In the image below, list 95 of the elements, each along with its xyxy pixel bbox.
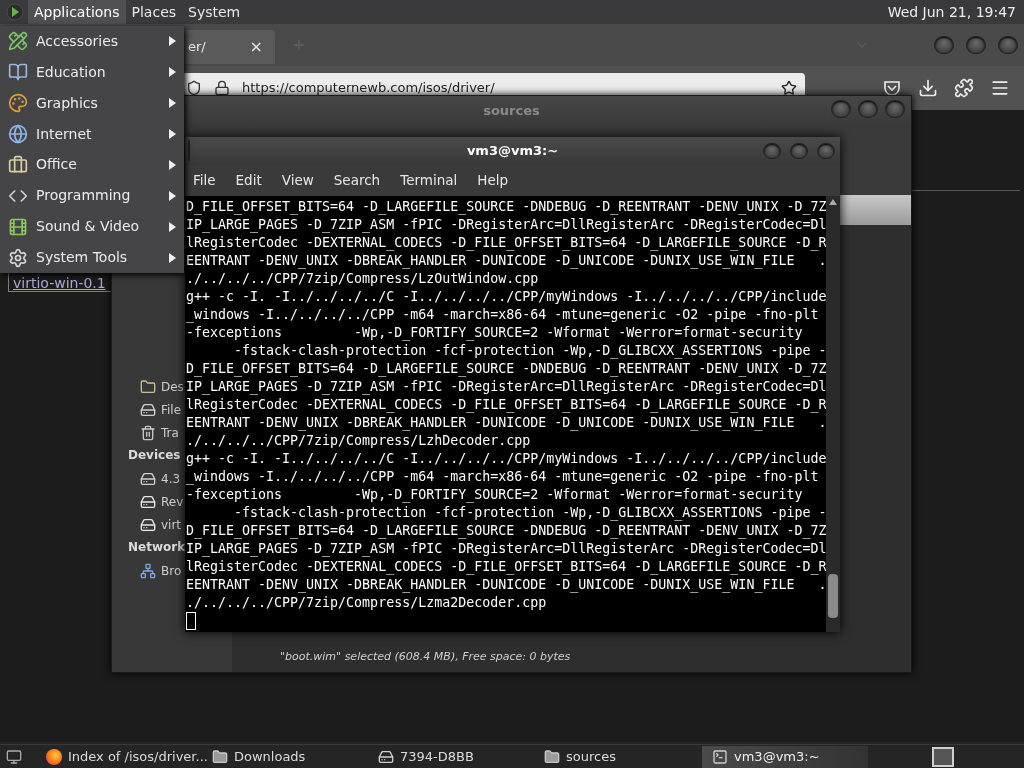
terminal-line: _windows -I../../../../CPP -m64 -march=x86-64 -mtune=generic -O2 -pipe -fno-plt xyxy=(186,306,819,324)
sidebar-item[interactable]: Bro xyxy=(161,561,182,580)
folder-icon xyxy=(544,748,560,765)
terminal-line: D_FILE_OFFSET_BITS=64 -D_LARGEFILE_SOURCE -DNDEBUG -D_REENTRANT -DENV_UNIX -D_7Z xyxy=(186,522,827,540)
menu-item[interactable]: File xyxy=(193,170,216,191)
taskbar-button[interactable]: 7394-D8BB xyxy=(370,745,536,768)
extension-icon xyxy=(954,78,974,98)
menu-item[interactable]: Terminal xyxy=(400,170,458,191)
submenu-arrow-icon xyxy=(169,221,176,232)
terminal-line: g++ -c -I. -I../../../../C -I../../../../CPP/myWindows -I../../../../CPP/include xyxy=(186,288,827,306)
sidebar-heading: Devices xyxy=(128,447,181,464)
globe-icon xyxy=(8,124,28,145)
submenu-arrow-icon xyxy=(169,98,176,109)
terminal-line: lRegisterCodec -DEXTERNAL_CODECS -D_FILE_OFFSET_BITS=64 -D_LARGEFILE_SOURCE -D_R xyxy=(186,234,827,252)
menu-item[interactable]: Programming xyxy=(0,180,184,212)
book-icon xyxy=(8,62,28,83)
close-tab-button[interactable]: × xyxy=(249,35,263,59)
show-desktop-icon[interactable] xyxy=(6,748,22,765)
menu-item[interactable]: System Tools xyxy=(0,242,184,273)
terminal-icon xyxy=(712,748,728,765)
submenu-arrow-icon xyxy=(169,129,176,140)
taskbar-button[interactable]: vm3@vm3:~ xyxy=(702,745,868,768)
sidebar-item[interactable]: File xyxy=(161,400,182,419)
sidebar-item[interactable]: Tra xyxy=(161,423,179,442)
terminal-line: ./../../../CPP/7zip/Compress/LzhDecoder.cpp xyxy=(186,432,531,450)
window-title: vm3@vm3:~ xyxy=(466,142,559,161)
status-text: "boot.wim" selected (608.4 MB), Free space: 0 bytes xyxy=(280,648,571,665)
tab-title: er/ xyxy=(188,38,206,57)
pocket-icon xyxy=(882,78,902,98)
terminal-line: IP_LARGE_PAGES -D_7ZIP_ASM -fPIC -DRegisterArc=DllRegisterArc -DRegisterCodec=Dl xyxy=(186,540,827,558)
drive-icon xyxy=(140,401,156,418)
ruler-pencil-icon xyxy=(8,31,28,52)
menu-item[interactable]: Help xyxy=(477,170,509,191)
terminal-line: EENTRANT -DENV_UNIX -DBREAK_HANDLER -DUNICODE -D_UNICODE -DUNIX_USE_WIN_FILE . xyxy=(186,576,827,594)
menu-item[interactable]: Sound & Video xyxy=(0,211,184,243)
menu-icon xyxy=(990,78,1010,98)
menu-item[interactable]: View xyxy=(281,170,314,191)
submenu-arrow-icon xyxy=(169,159,176,170)
url-text: https://computernewb.com/isos/driver/ xyxy=(242,79,496,98)
terminal-line: -fexceptions -Wp,-D_FORTIFY_SOURCE=2 -Wformat -Werror=format-security xyxy=(186,486,803,504)
terminal-line: IP_LARGE_PAGES -D_7ZIP_ASM -fPIC -DRegisterArc=DllRegisterArc -DRegisterCodec=Dl xyxy=(186,378,827,396)
panel-menu[interactable]: System xyxy=(182,0,247,24)
browser-icon xyxy=(46,748,62,765)
terminal-line: IP_LARGE_PAGES -D_7ZIP_ASM -fPIC -DRegisterArc=DllRegisterArc -DRegisterCodec=Dl xyxy=(186,216,827,234)
terminal-line: -fstack-clash-protection -fcf-protection -Wp,-D_GLIBCXX_ASSERTIONS -pipe - xyxy=(233,342,827,360)
terminal-line: -fstack-clash-protection -fcf-protection -Wp,-D_GLIBCXX_ASSERTIONS -pipe - xyxy=(233,504,827,522)
settings-icon xyxy=(8,247,28,268)
terminal-line: lRegisterCodec -DEXTERNAL_CODECS -D_FILE_OFFSET_BITS=64 -D_LARGEFILE_SOURCE -D_R xyxy=(186,396,827,414)
cursor xyxy=(186,612,196,630)
terminal-line: _windows -I../../../../CPP -m64 -march=x86-64 -mtune=generic -O2 -pipe -fno-plt xyxy=(186,468,819,486)
panel-menu[interactable]: Places xyxy=(125,0,183,24)
sidebar-item[interactable]: Rev xyxy=(161,492,184,511)
file-link[interactable]: virtio-win-0.1 xyxy=(13,275,106,291)
drive-icon xyxy=(140,493,156,510)
film-icon xyxy=(8,216,28,237)
scrollbar[interactable] xyxy=(826,196,840,632)
play-logo-icon xyxy=(6,3,24,21)
terminal-line: -fexceptions -Wp,-D_FORTIFY_SOURCE=2 -Wformat -Werror=format-security xyxy=(186,324,803,342)
submenu-arrow-icon xyxy=(169,252,176,263)
terminal-line: D_FILE_OFFSET_BITS=64 -D_LARGEFILE_SOURCE -DNDEBUG -D_REENTRANT -DENV_UNIX -D_7Z xyxy=(186,360,827,378)
terminal-line: ./../../../CPP/7zip/Compress/Lzma2Decoder.cpp xyxy=(186,594,547,612)
terminal-line: EENTRANT -DENV_UNIX -DBREAK_HANDLER -DUNICODE -D_UNICODE -DUNIX_USE_WIN_FILE . xyxy=(186,414,827,432)
scroll-up-icon xyxy=(829,199,838,205)
folder-icon xyxy=(212,748,228,765)
drive-icon xyxy=(140,470,156,487)
menu-item[interactable]: Office xyxy=(0,149,184,181)
sidebar-item[interactable]: Des xyxy=(161,377,184,396)
terminal-line: ./../../../CPP/7zip/Compress/LzOutWindow.cpp xyxy=(186,270,539,288)
sidebar-item[interactable]: 4.3 xyxy=(161,469,181,488)
submenu-arrow-icon xyxy=(169,190,176,201)
sidebar-heading: Network xyxy=(128,539,186,556)
taskbar-button[interactable]: sources xyxy=(536,745,702,768)
sidebar-item[interactable]: virt xyxy=(161,515,182,534)
drive-icon xyxy=(378,748,394,765)
palette-icon xyxy=(8,93,28,114)
submenu-arrow-icon xyxy=(169,36,176,47)
window-title: sources xyxy=(483,101,540,120)
submenu-arrow-icon xyxy=(169,67,176,78)
panel-menu[interactable]: Applications xyxy=(28,0,126,24)
download-icon xyxy=(918,78,938,98)
workspace-switcher[interactable] xyxy=(932,746,954,767)
terminal-line: D_FILE_OFFSET_BITS=64 -D_LARGEFILE_SOURCE -DNDEBUG -D_REENTRANT -DENV_UNIX -D_7Z xyxy=(186,198,827,216)
briefcase-icon xyxy=(8,154,28,175)
clock[interactable]: Wed Jun 21, 19:47 xyxy=(887,1,1016,23)
terminal-line: EENTRANT -DENV_UNIX -DBREAK_HANDLER -DUNICODE -D_UNICODE -DUNIX_USE_WIN_FILE . xyxy=(186,252,827,270)
folder-icon xyxy=(140,378,156,395)
menu-item[interactable]: Edit xyxy=(235,170,262,191)
terminal-line: lRegisterCodec -DEXTERNAL_CODECS -D_FILE_OFFSET_BITS=64 -D_LARGEFILE_SOURCE -D_R xyxy=(186,558,827,576)
drive-icon xyxy=(140,516,156,533)
trash-icon xyxy=(140,424,156,441)
network-icon xyxy=(140,562,156,579)
terminal-line: g++ -c -I. -I../../../../C -I../../../../CPP/myWindows -I../../../../CPP/include xyxy=(186,450,827,468)
menu-item[interactable]: Search xyxy=(333,170,381,191)
scrollbar-thumb[interactable] xyxy=(828,574,839,618)
menu-item[interactable]: Internet xyxy=(0,118,184,150)
